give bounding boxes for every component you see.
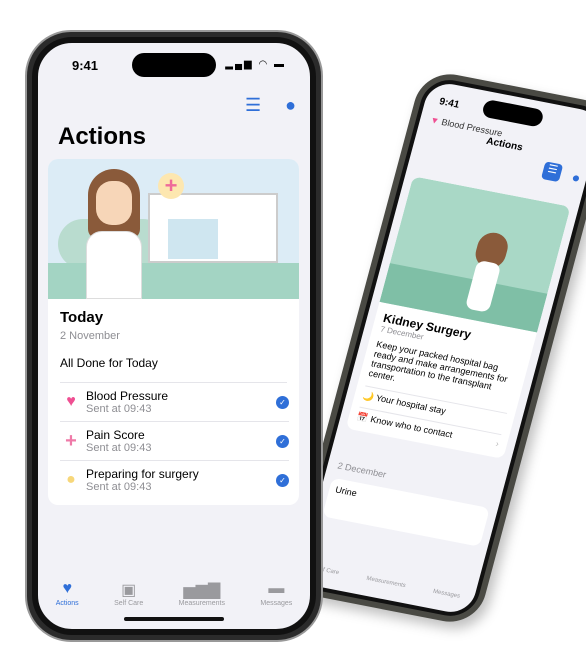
profile-icon[interactable]: ● [570, 169, 582, 186]
tab-label: Measurements [178, 600, 225, 607]
dynamic-island [132, 53, 216, 77]
lightbulb-icon: ● [66, 471, 76, 488]
kidney-surgery-card[interactable]: Kidney Surgery 7 December Keep your pack… [345, 176, 571, 459]
action-item-preparing-for-surgery[interactable]: ● Preparing for surgery Sent at 09:43 ✓ [60, 461, 289, 499]
back-phone: 9:41 Actions ▼ Blood Pressure ☰ ● Kidney… [283, 68, 586, 628]
tab-label: Messages [260, 600, 293, 607]
clipboard-icon: ▣ [121, 582, 137, 599]
check-icon: ✓ [276, 473, 289, 487]
tab-bar: Self Care Measurements Messages [300, 563, 475, 602]
action-item-pain-score[interactable]: + Pain Score Sent at 09:43 ✓ [60, 422, 289, 461]
doctor-illustration: + [48, 159, 299, 299]
list-icon[interactable]: ☰ [245, 95, 261, 116]
item-sent: Sent at 09:43 [86, 442, 152, 454]
item-name: Blood Pressure [86, 389, 169, 403]
tab-bar: ♥ Actions ▣ Self Care ▅▆▇ Measurements ▬ Mes… [38, 580, 310, 607]
dynamic-island [481, 98, 545, 128]
item-sent: Sent at 09:43 [86, 481, 152, 493]
tab-actions[interactable]: ♥ Actions [56, 580, 79, 607]
link-label: Know who to contact [369, 414, 454, 440]
tab-messages[interactable]: ▬ Messages [260, 580, 292, 607]
section-date: 2 December [336, 460, 388, 480]
plus-icon: + [65, 429, 77, 452]
check-icon: ✓ [276, 434, 289, 448]
card-date: 2 November [60, 330, 120, 342]
list-icon[interactable]: ☰ [540, 161, 564, 183]
back-phone-screen: 9:41 Actions ▼ Blood Pressure ☰ ● Kidney… [291, 75, 586, 621]
home-indicator [124, 617, 224, 621]
status-icons: ▂▄▆ ◠ ▬ [225, 59, 286, 70]
status-time: 9:41 [72, 58, 99, 73]
tab-measurements[interactable]: ▅▆▇ Measurements [179, 580, 225, 607]
card-status: All Done for Today [60, 356, 287, 383]
status-time: 9:41 [438, 96, 461, 111]
item-name: Pain Score [86, 428, 145, 442]
tab-measurements[interactable]: Measurements [366, 576, 407, 589]
item-label: Urine [334, 484, 358, 499]
heart-icon: ♥ [62, 580, 72, 597]
list-item[interactable]: Urine [322, 477, 490, 547]
page-title: Actions [58, 123, 147, 150]
chat-icon: ▬ [268, 580, 285, 597]
front-phone: 9:41 ▂▄▆ ◠ ▬ ☰ ● Actions + Today 2 Novem… [25, 30, 323, 642]
item-sent: Sent at 09:43 [86, 403, 152, 415]
check-icon: ✓ [276, 395, 289, 409]
front-phone-screen: 9:41 ▂▄▆ ◠ ▬ ☰ ● Actions + Today 2 Novem… [32, 37, 316, 635]
item-name: Preparing for surgery [86, 467, 199, 481]
tab-self-care[interactable]: ▣ Self Care [114, 580, 143, 607]
profile-icon[interactable]: ● [285, 95, 296, 116]
tab-label: Actions [55, 600, 79, 607]
card-heading: Today [60, 309, 104, 326]
heart-icon: ▼ [429, 114, 441, 127]
heart-icon: ♥ [66, 393, 76, 410]
action-item-blood-pressure[interactable]: ♥ Blood Pressure Sent at 09:43 ✓ [60, 383, 289, 422]
tab-label: Self Care [114, 600, 144, 607]
tab-messages[interactable]: Messages [432, 589, 460, 600]
today-card: + Today 2 November All Done for Today ♥ … [48, 159, 299, 505]
bar-chart-icon: ▅▆▇ [183, 582, 221, 599]
